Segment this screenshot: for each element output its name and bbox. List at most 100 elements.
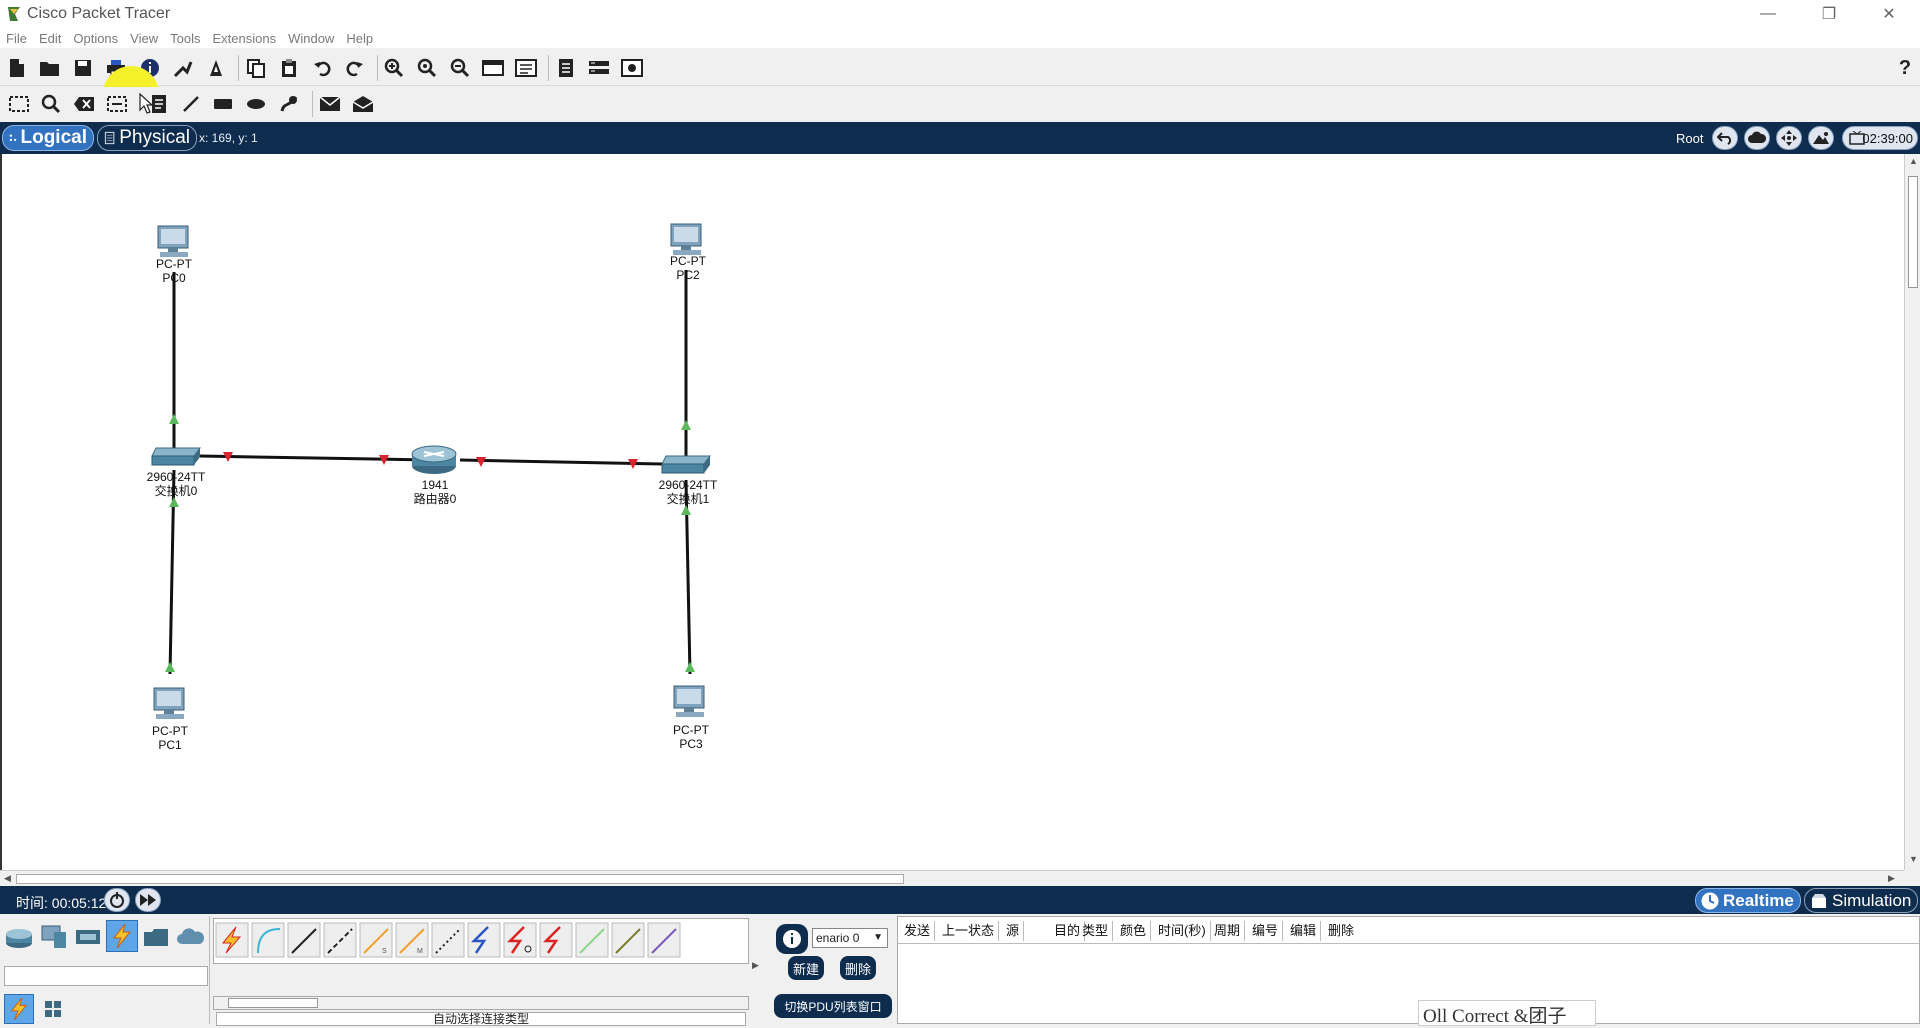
- collapse-panel-arrow-icon[interactable]: ▶: [752, 960, 759, 971]
- add-simple-pdu-icon[interactable]: [317, 91, 343, 117]
- tab-logical[interactable]: Logical: [2, 125, 94, 151]
- horizontal-scroll-thumb[interactable]: [16, 874, 904, 884]
- paste-icon[interactable]: [276, 55, 302, 81]
- add-complex-pdu-icon[interactable]: [350, 91, 376, 117]
- router-icon[interactable]: [410, 444, 458, 476]
- place-note-icon[interactable]: [146, 91, 172, 117]
- minimize-button[interactable]: —: [1745, 0, 1791, 28]
- activity-wizard-icon[interactable]: [170, 55, 196, 81]
- custom-device-icon[interactable]: [203, 55, 229, 81]
- console-cable-icon[interactable]: [251, 922, 285, 958]
- vertical-scrollbar[interactable]: ▲ ▼: [1904, 154, 1920, 870]
- column-edit[interactable]: 编辑: [1286, 921, 1322, 941]
- move-object-icon[interactable]: [1776, 126, 1802, 150]
- inspect-icon[interactable]: [38, 91, 64, 117]
- scroll-right-arrow-icon[interactable]: ▶: [1888, 873, 1895, 884]
- network-devices-icon[interactable]: [4, 926, 34, 950]
- column-fire[interactable]: 发送: [900, 921, 936, 941]
- zoom-in-icon[interactable]: [381, 55, 407, 81]
- workspace-clock[interactable]: 02:39:00: [1842, 126, 1918, 150]
- wireless-cable-icon[interactable]: [647, 922, 681, 958]
- menu-help[interactable]: Help: [346, 31, 373, 46]
- custom-device-dialog-icon[interactable]: [513, 55, 539, 81]
- multiuser-cloud-icon[interactable]: [176, 928, 206, 946]
- serial-dce-icon[interactable]: [467, 922, 501, 958]
- copper-cross-over-icon[interactable]: [323, 922, 357, 958]
- draw-ellipse-icon[interactable]: [243, 91, 269, 117]
- scenario-select[interactable]: enario 0 ▼: [812, 928, 888, 948]
- fiber-icon[interactable]: S: [359, 922, 393, 958]
- toggle-pdu-list-button[interactable]: 切换PDU列表窗口: [774, 994, 892, 1018]
- scroll-down-arrow-icon[interactable]: ▼: [1909, 854, 1918, 864]
- zoom-reset-icon[interactable]: [414, 55, 440, 81]
- column-num[interactable]: 编号: [1248, 921, 1284, 941]
- redo-icon[interactable]: [342, 55, 368, 81]
- scroll-left-arrow-icon[interactable]: ◀: [4, 873, 11, 884]
- switch-icon[interactable]: [660, 452, 712, 476]
- menu-view[interactable]: View: [130, 31, 158, 46]
- components-icon[interactable]: [74, 926, 102, 948]
- serial-dte-icon[interactable]: [503, 922, 537, 958]
- column-type[interactable]: 类型: [1078, 921, 1114, 941]
- horizontal-scrollbar[interactable]: ◀ ▶: [0, 870, 1904, 886]
- open-folder-icon[interactable]: [37, 55, 63, 81]
- structured-cabling-icon[interactable]: [44, 1000, 62, 1018]
- menu-file[interactable]: File: [6, 31, 27, 46]
- menu-extensions[interactable]: Extensions: [212, 31, 276, 46]
- logical-canvas[interactable]: PC-PT PC0 PC-PT PC2 2960-24TT 交换机0 1941 …: [0, 154, 1904, 870]
- usb-cable-icon[interactable]: [611, 922, 645, 958]
- phone-cable-icon[interactable]: M: [395, 922, 429, 958]
- menu-options[interactable]: Options: [73, 31, 118, 46]
- column-last-status[interactable]: 上一状态: [938, 921, 1000, 941]
- delete-icon[interactable]: [71, 91, 97, 117]
- tab-physical[interactable]: Physical: [97, 125, 197, 151]
- fast-forward-button[interactable]: [135, 888, 161, 912]
- scroll-up-arrow-icon[interactable]: ▲: [1909, 156, 1918, 166]
- column-delete[interactable]: 删除: [1324, 921, 1358, 941]
- pc-icon[interactable]: [667, 222, 707, 258]
- miscellaneous-icon[interactable]: [142, 926, 170, 948]
- realtime-mode-button[interactable]: Realtime: [1695, 888, 1801, 913]
- select-icon[interactable]: [6, 91, 32, 117]
- column-source[interactable]: 源: [1002, 921, 1025, 941]
- auto-connection-icon[interactable]: [215, 922, 249, 958]
- connections-subcategory[interactable]: [4, 994, 34, 1024]
- network-info-icon[interactable]: [586, 55, 612, 81]
- vertical-scroll-thumb[interactable]: [1908, 176, 1918, 288]
- simulation-mode-button[interactable]: Simulation: [1804, 888, 1918, 913]
- octal-cable-icon[interactable]: [539, 922, 573, 958]
- iot-custom-cable-icon[interactable]: [575, 922, 609, 958]
- help-button[interactable]: ?: [1892, 55, 1918, 81]
- viewport-icon[interactable]: [553, 55, 579, 81]
- pdu-info-icon[interactable]: [619, 55, 645, 81]
- switch-icon[interactable]: [150, 444, 202, 468]
- copy-icon[interactable]: [243, 55, 269, 81]
- undo-icon[interactable]: [309, 55, 335, 81]
- draw-rectangle-icon[interactable]: [210, 91, 236, 117]
- delete-scenario-button[interactable]: 删除: [840, 956, 876, 980]
- new-scenario-button[interactable]: 新建: [788, 956, 824, 980]
- menu-edit[interactable]: Edit: [39, 31, 61, 46]
- freeform-icon[interactable]: [276, 91, 302, 117]
- pc-icon[interactable]: [150, 686, 190, 722]
- scenario-info-button[interactable]: [776, 924, 808, 954]
- draw-line-icon[interactable]: [178, 91, 204, 117]
- column-periodic[interactable]: 周期: [1210, 921, 1246, 941]
- drawing-palette-icon[interactable]: [480, 55, 506, 81]
- column-color[interactable]: 颜色: [1116, 921, 1152, 941]
- end-devices-icon[interactable]: [40, 924, 68, 950]
- menu-tools[interactable]: Tools: [170, 31, 200, 46]
- pc-icon[interactable]: [670, 684, 710, 720]
- menu-window[interactable]: Window: [288, 31, 334, 46]
- copper-straight-through-icon[interactable]: [287, 922, 321, 958]
- save-icon[interactable]: [70, 55, 96, 81]
- new-file-icon[interactable]: [4, 55, 30, 81]
- link-switch0-router0[interactable]: [199, 454, 431, 462]
- connections-category[interactable]: [106, 920, 138, 952]
- pc-icon[interactable]: [154, 224, 194, 260]
- new-cluster-icon[interactable]: [1744, 126, 1770, 150]
- close-button[interactable]: ✕: [1866, 0, 1912, 28]
- cable-scrollbar[interactable]: [213, 996, 749, 1010]
- cable-scroll-thumb[interactable]: [228, 998, 318, 1008]
- power-cycle-devices-button[interactable]: [104, 888, 130, 912]
